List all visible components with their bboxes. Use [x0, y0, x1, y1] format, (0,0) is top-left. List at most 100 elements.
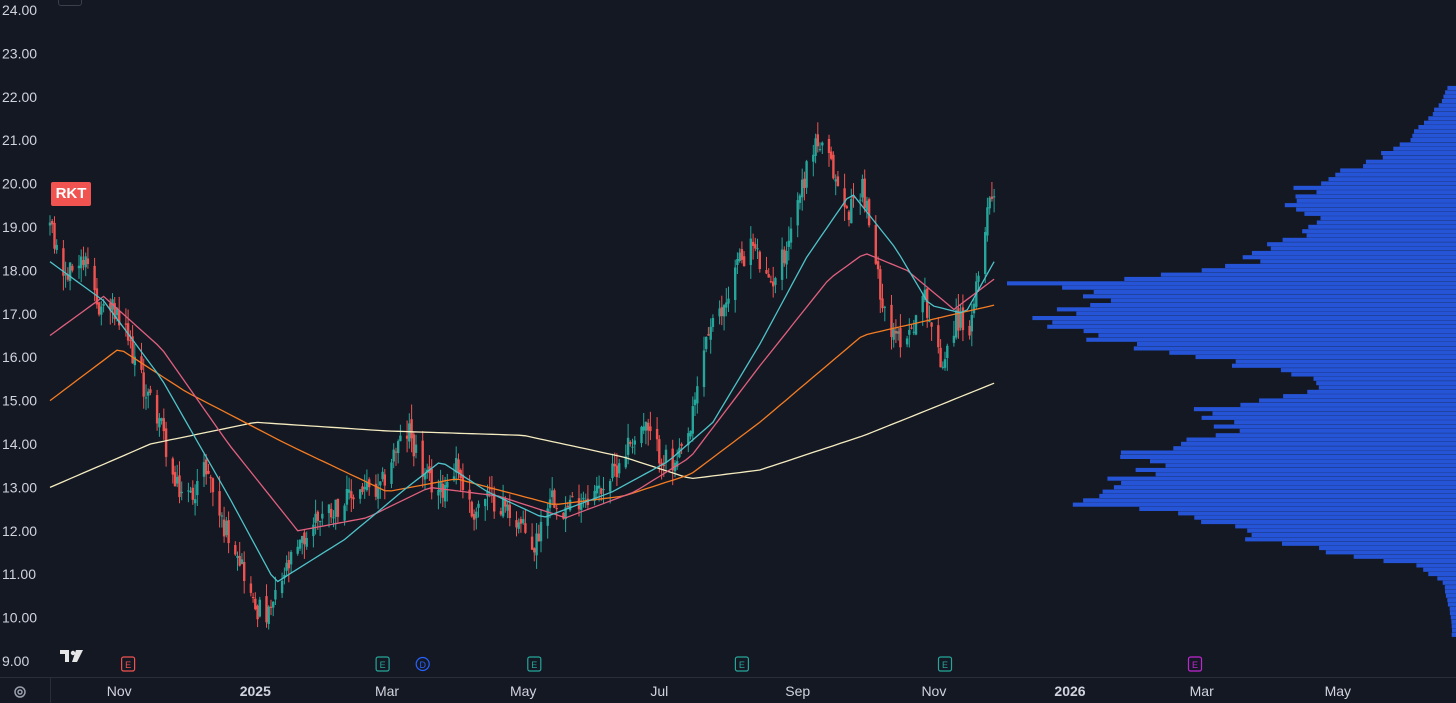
candle-body: [629, 442, 632, 444]
candle-body: [51, 221, 54, 225]
candle-body: [519, 519, 523, 524]
volume-profile-bar: [1247, 528, 1456, 533]
candle-body: [926, 288, 929, 318]
volume-profile-bar: [1173, 446, 1456, 451]
volume-profile-bar: [1340, 168, 1456, 173]
volume-profile-bar: [1325, 550, 1456, 555]
candle-body: [905, 338, 909, 345]
volume-profile-bar: [1418, 125, 1456, 130]
price-tick-label: 10.00: [2, 610, 37, 626]
price-tick-label: 14.00: [2, 436, 37, 452]
price-axis[interactable]: 9.00 10.00 11.00 12.00 13.00 14.00 15.00 16.00 1…: [2, 2, 37, 669]
candle-body: [930, 322, 933, 327]
candle-body: [71, 265, 74, 271]
time-tick-label: Nov: [921, 683, 946, 699]
event-marker[interactable]: E: [1187, 656, 1203, 672]
candle-body: [772, 281, 775, 287]
candle-body: [100, 306, 103, 315]
volume-profile-bar: [1423, 567, 1456, 572]
symbol-badge: RKT: [51, 182, 91, 206]
candle-body: [191, 487, 194, 500]
candle-body: [345, 489, 349, 505]
candle-body: [647, 422, 650, 431]
event-marker-label: E: [739, 660, 745, 670]
candle-body: [789, 228, 793, 243]
candle-body: [243, 562, 246, 581]
volume-profile-bar: [1083, 329, 1456, 334]
volume-profile-bar: [1416, 563, 1456, 568]
volume-profile-bar: [1296, 207, 1456, 212]
price-tick-label: 21.00: [2, 132, 37, 148]
volume-profile-bar: [1212, 411, 1456, 416]
event-marker[interactable]: E: [527, 656, 542, 672]
candle-body: [267, 606, 270, 624]
volume-profile-bar: [1165, 463, 1456, 468]
event-marker[interactable]: E: [120, 656, 136, 672]
candle-body: [725, 302, 728, 308]
legend-toggle[interactable]: [58, 0, 82, 6]
candle-body: [209, 477, 212, 479]
volume-profile-bar: [1321, 181, 1456, 186]
candle-body: [202, 462, 206, 477]
candle-body: [780, 249, 784, 280]
settings-icon[interactable]: [12, 684, 28, 700]
candle-body: [566, 505, 569, 508]
event-marker[interactable]: E: [375, 656, 390, 672]
price-chart[interactable]: 9.00 10.00 11.00 12.00 13.00 14.00 15.00 16.00 1…: [0, 0, 1456, 703]
price-tick-label: 15.00: [2, 393, 37, 409]
candle-body: [347, 489, 351, 493]
event-marker[interactable]: E: [734, 656, 750, 672]
candle-body: [990, 196, 994, 199]
candle-body: [508, 504, 511, 518]
volume-profile-bar: [1225, 263, 1456, 268]
candle-body: [147, 391, 150, 396]
candle-body: [312, 524, 315, 537]
candle-body: [240, 559, 244, 565]
candle-body: [86, 258, 90, 264]
volume-profile-bar: [1280, 368, 1456, 373]
volume-profile-bar: [1083, 498, 1456, 503]
candle-body: [330, 508, 333, 518]
price-tick-label: 16.00: [2, 349, 37, 365]
event-marker[interactable]: D: [415, 656, 430, 672]
candle-body: [827, 139, 831, 153]
candle-body: [615, 465, 619, 478]
candle-body: [430, 468, 433, 493]
candle-body: [535, 533, 538, 556]
volume-profile-bar: [1201, 520, 1456, 525]
candle-body: [258, 599, 261, 617]
event-marker[interactable]: E: [937, 656, 953, 672]
volume-profile-bar: [1284, 203, 1456, 208]
candle-body: [830, 151, 833, 159]
candle-body: [82, 260, 85, 265]
candle-body: [571, 496, 574, 498]
event-marker-label: D: [419, 660, 426, 670]
candle-body: [236, 555, 239, 558]
candle-body: [189, 490, 192, 493]
candle-body: [705, 337, 708, 350]
candle-body: [939, 347, 942, 368]
candle-body: [631, 446, 634, 448]
volume-profile-bar: [1296, 198, 1456, 203]
candle-body: [251, 597, 255, 598]
time-tick-label: Nov: [107, 683, 132, 699]
volume-profile-bar: [1445, 593, 1456, 598]
candle-body: [977, 275, 980, 282]
candle-body: [861, 179, 864, 198]
candle-body: [988, 197, 991, 209]
candle-body: [285, 562, 288, 571]
volume-profile-bar: [1178, 511, 1456, 516]
volume-profile-bar: [1432, 112, 1456, 117]
candle-body: [774, 278, 777, 285]
tradingview-logo-icon: [60, 650, 83, 662]
candle-body: [805, 161, 808, 188]
volume-profile-bar: [1304, 211, 1456, 216]
time-tick-label: Mar: [375, 683, 399, 699]
candle-body: [187, 490, 190, 492]
candle-body: [897, 331, 900, 334]
volume-profile-bar: [1234, 420, 1456, 425]
time-axis[interactable]: Nov2025MarMayJulSepNov2026MarMayJul: [0, 677, 1456, 703]
candle-body: [441, 483, 444, 498]
candle-body: [530, 536, 534, 550]
volume-profile-bar: [1213, 424, 1456, 429]
